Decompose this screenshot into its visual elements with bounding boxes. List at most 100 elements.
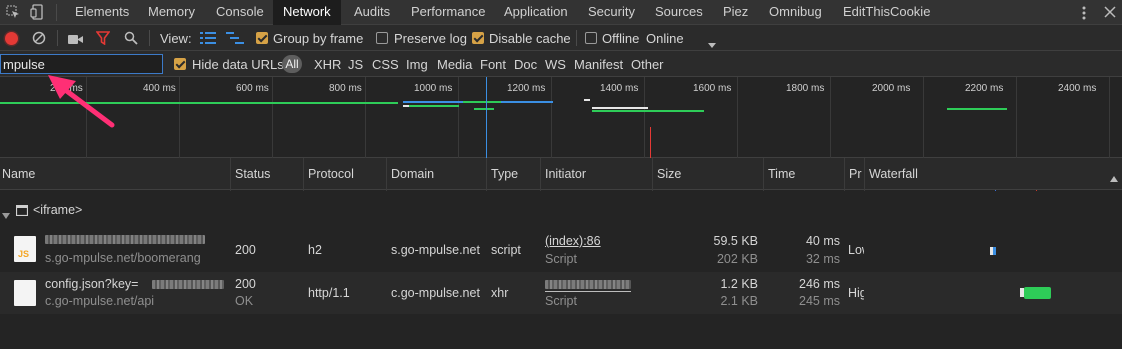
tab-network[interactable]: Network [273, 0, 341, 25]
tick-label: 600 ms [236, 83, 269, 94]
tick-label: 1200 ms [507, 83, 546, 94]
type-filter-manifest[interactable]: Manifest [574, 57, 623, 72]
empty-row [0, 314, 1122, 349]
record-button[interactable] [5, 32, 18, 45]
overview-bar [474, 108, 494, 110]
protocol: h2 [308, 243, 322, 257]
resource-type: script [491, 243, 521, 257]
tick-label: 1000 ms [414, 83, 453, 94]
column-header-type[interactable]: Type [491, 158, 518, 190]
tab-console[interactable]: Console [216, 0, 264, 25]
group-by-frame-label: Group by frame [273, 31, 364, 46]
tab-application[interactable]: Application [504, 0, 568, 25]
preserve-log-checkbox[interactable] [376, 32, 388, 44]
more-menu-icon[interactable] [1082, 6, 1086, 20]
devtools-tab-bar: Elements Memory Console Network Audits P… [0, 0, 1122, 25]
column-header-size[interactable]: Size [657, 158, 681, 190]
type-filter-media[interactable]: Media [437, 57, 472, 72]
tab-performance[interactable]: Performance [411, 0, 485, 25]
clear-icon[interactable] [32, 31, 46, 45]
chevron-down-icon[interactable] [708, 36, 716, 48]
request-name: config.json?key= [45, 277, 139, 291]
overview-bar [409, 105, 459, 107]
priority: High [848, 286, 864, 300]
view-label: View: [160, 31, 192, 46]
column-header-waterfall[interactable]: Waterfall [869, 158, 918, 190]
resource-size: 2.1 KB [720, 294, 758, 308]
tab-security[interactable]: Security [588, 0, 635, 25]
close-icon[interactable] [1104, 6, 1116, 18]
status-text: OK [235, 294, 254, 308]
grid-line [551, 77, 552, 158]
grid-line [272, 77, 273, 158]
frame-icon [15, 204, 29, 217]
initiator-type: Script [545, 294, 577, 308]
column-header-name[interactable]: Name [2, 158, 35, 190]
total-time: 246 ms [799, 277, 840, 291]
tab-memory[interactable]: Memory [148, 0, 195, 25]
initiator-link[interactable]: (index):86 [545, 234, 601, 248]
offline-checkbox[interactable] [585, 32, 597, 44]
redacted-key [152, 280, 224, 289]
load-event-line [650, 127, 651, 158]
type-filter-ws[interactable]: WS [545, 57, 566, 72]
column-header-initiator[interactable]: Initiator [545, 158, 586, 190]
tab-audits[interactable]: Audits [354, 0, 390, 25]
overview-waterfall-icon[interactable] [226, 32, 244, 44]
tab-piez[interactable]: Piez [723, 0, 748, 25]
tab-elements[interactable]: Elements [75, 0, 129, 25]
type-filter-font[interactable]: Font [480, 57, 506, 72]
hide-data-urls-checkbox[interactable] [174, 58, 186, 70]
table-row[interactable]: JS s.go-mpulse.net/boomerang 200 h2 s.go… [0, 229, 1122, 272]
tick-label: 1400 ms [600, 83, 639, 94]
throttling-select[interactable]: Online [646, 31, 684, 46]
protocol: http/1.1 [308, 286, 350, 300]
type-filter-xhr[interactable]: XHR [314, 57, 341, 72]
status-code: 200 [235, 277, 256, 291]
device-toolbar-icon[interactable] [30, 4, 46, 20]
tab-omnibug[interactable]: Omnibug [769, 0, 822, 25]
column-header-protocol[interactable]: Protocol [308, 158, 354, 190]
domain: s.go-mpulse.net [391, 243, 480, 257]
type-filter-js[interactable]: JS [348, 57, 363, 72]
waterfall-bar-download [1024, 287, 1051, 299]
column-header-time[interactable]: Time [768, 158, 795, 190]
group-by-frame-checkbox[interactable] [256, 32, 268, 44]
type-filter-all[interactable]: All [282, 55, 302, 73]
tick-label: 400 ms [143, 83, 176, 94]
total-time: 40 ms [805, 234, 840, 248]
column-header-domain[interactable]: Domain [391, 158, 434, 190]
redacted-name [45, 235, 205, 244]
grid-line [458, 77, 459, 158]
search-icon[interactable] [124, 31, 138, 45]
request-url: c.go-mpulse.net/api [45, 294, 155, 308]
grid-line [179, 77, 180, 158]
frame-group-row[interactable]: <iframe> [0, 191, 1122, 229]
sort-up-icon[interactable] [1110, 170, 1118, 182]
initiator-link-underline[interactable] [545, 291, 631, 292]
latency: 245 ms [799, 294, 840, 308]
column-header-status[interactable]: Status [235, 158, 270, 190]
network-toolbar: View: Group by frame Preserve log Disabl… [0, 25, 1122, 51]
type-filter-doc[interactable]: Doc [514, 57, 537, 72]
preserve-log-label: Preserve log [394, 31, 467, 46]
inspect-element-icon[interactable] [6, 5, 20, 19]
tab-editthiscookie[interactable]: EditThisCookie [843, 0, 930, 25]
js-file-icon-label: JS [18, 249, 30, 259]
tick-label: 2000 ms [872, 83, 911, 94]
initiator-type: Script [545, 252, 577, 266]
filter-icon[interactable] [95, 31, 111, 46]
type-filter-other[interactable]: Other [631, 57, 664, 72]
table-row[interactable]: config.json?key= c.go-mpulse.net/api 200… [0, 272, 1122, 314]
disable-cache-checkbox[interactable] [472, 32, 484, 44]
tab-sources[interactable]: Sources [655, 0, 703, 25]
type-filter-img[interactable]: Img [406, 57, 428, 72]
expand-triangle-icon[interactable] [2, 207, 10, 219]
timeline-overview[interactable]: 200 ms 400 ms 600 ms 800 ms 1000 ms 1200… [0, 75, 1122, 158]
dom-content-loaded-line [486, 77, 487, 158]
type-filter-css[interactable]: CSS [372, 57, 399, 72]
column-header-priority[interactable]: Pr [849, 158, 862, 190]
large-rows-icon[interactable] [200, 32, 216, 44]
group-label: <iframe> [33, 203, 83, 217]
video-camera-icon[interactable] [68, 33, 84, 44]
